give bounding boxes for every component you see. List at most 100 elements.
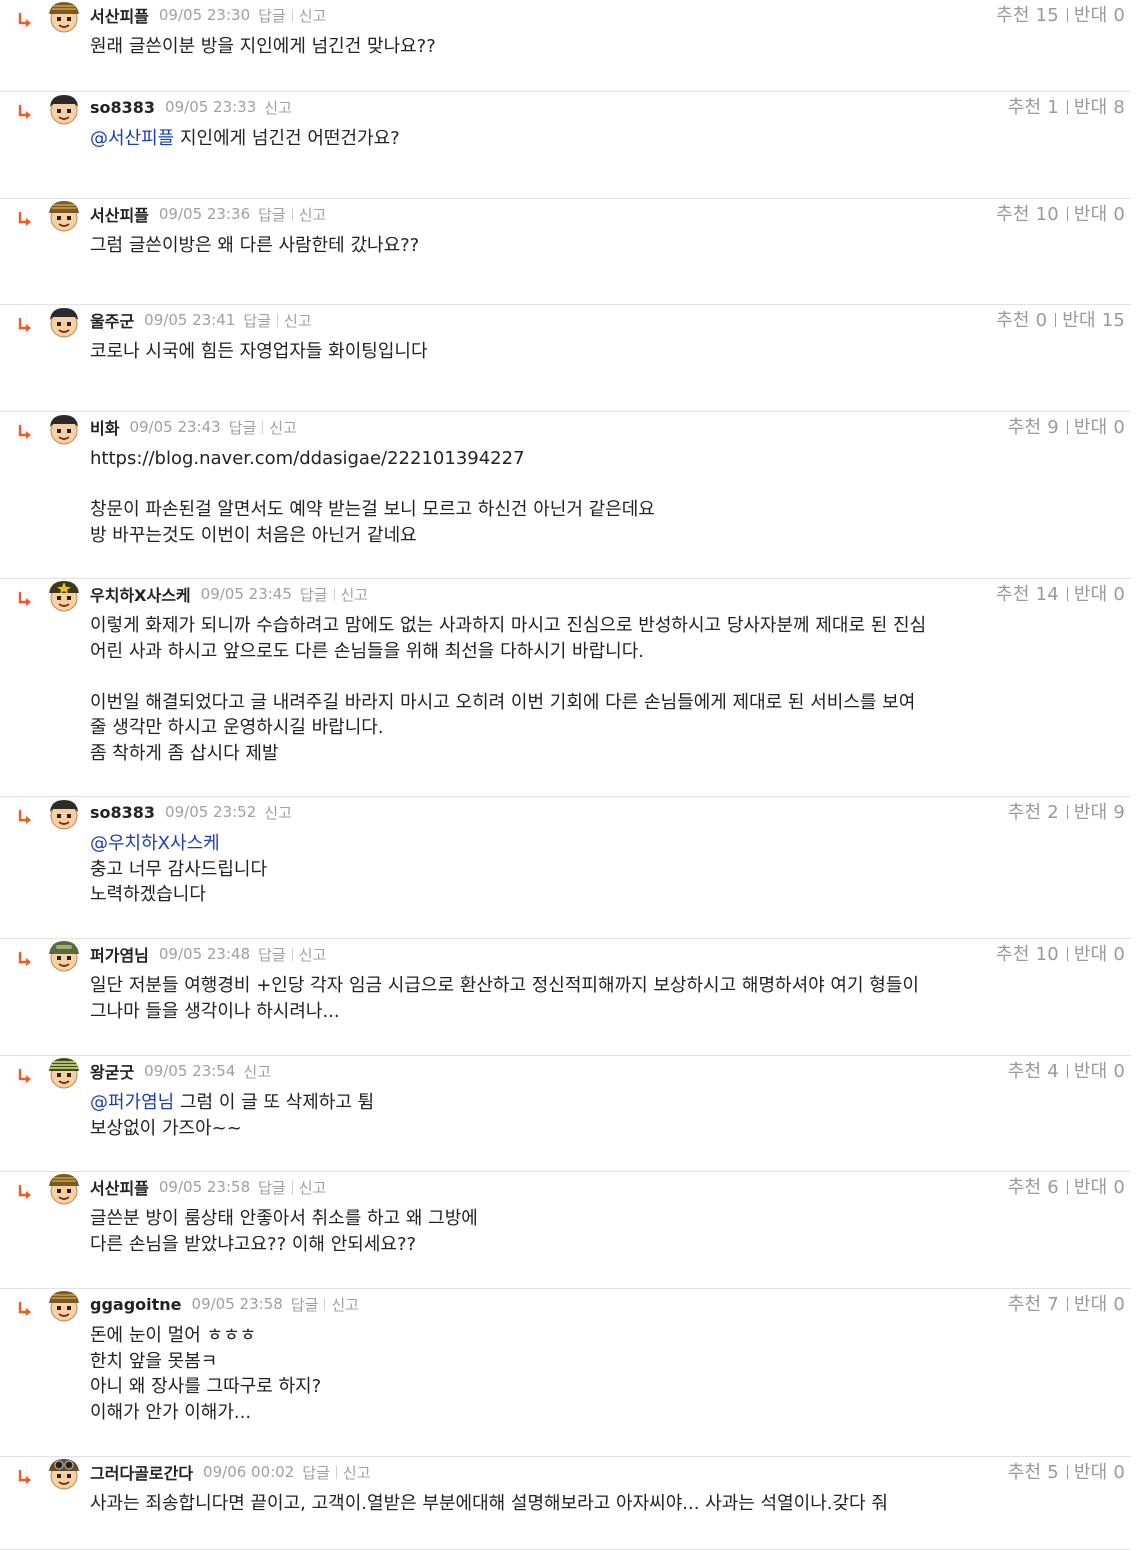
oppose-button[interactable]: 반대 0	[1074, 1462, 1125, 1483]
avatar[interactable]	[47, 1457, 81, 1491]
avatar[interactable]	[47, 199, 81, 233]
report-link[interactable]: 신고	[284, 310, 312, 331]
author-name[interactable]: ggagoitne	[90, 1295, 182, 1314]
reply-link[interactable]: 답글	[258, 944, 286, 965]
oppose-button[interactable]: 반대 0	[1074, 944, 1125, 965]
oppose-button[interactable]: 반대 15	[1062, 310, 1125, 331]
report-link[interactable]: 신고	[264, 802, 292, 823]
report-link[interactable]: 신고	[269, 417, 297, 438]
comment-line: 방 바꾸는것도 이번이 처음은 아닌거 같네요	[90, 523, 1130, 549]
report-link[interactable]: 신고	[299, 1177, 327, 1198]
avatar[interactable]	[47, 579, 81, 613]
author-name[interactable]: 울주군	[90, 308, 134, 332]
oppose-label: 반대	[1073, 97, 1108, 118]
avatar[interactable]	[47, 1289, 81, 1323]
recommend-button[interactable]: 추천 14	[996, 584, 1059, 605]
recommend-button[interactable]: 추천 10	[996, 204, 1059, 225]
oppose-label: 반대	[1073, 1061, 1108, 1082]
meta-divider	[291, 947, 293, 961]
author-name[interactable]: 그러다골로간다	[90, 1460, 193, 1484]
recommend-button[interactable]: 추천 15	[996, 5, 1059, 26]
author-name[interactable]: 서산피플	[90, 1175, 149, 1199]
reply-link[interactable]: 답글	[258, 1177, 286, 1198]
avatar[interactable]	[47, 305, 81, 339]
vote-divider	[1066, 1180, 1068, 1194]
oppose-count: 0	[1113, 944, 1125, 965]
report-link[interactable]: 신고	[299, 204, 327, 225]
reply-link[interactable]: 답글	[302, 1462, 330, 1483]
comment-body: https://blog.naver.com/ddasigae/22210139…	[90, 446, 1130, 548]
comment-meta: ggagoitne 09/05 23:58 답글 신고	[90, 1293, 359, 1315]
author-name[interactable]: 서산피플	[90, 3, 149, 27]
author-name[interactable]: 우치하X사스케	[90, 582, 191, 606]
comment-text: 코로나 시국에 힘든 자영업자들 화이팅입니다	[90, 341, 428, 362]
recommend-button[interactable]: 추천 9	[1008, 417, 1059, 438]
recommend-button[interactable]: 추천 10	[996, 944, 1059, 965]
recommend-button[interactable]: 추천 7	[1008, 1294, 1059, 1315]
report-link[interactable]: 신고	[341, 584, 369, 605]
comment-body: @우치하X사스케 충고 너무 감사드립니다 노력하겠습니다	[90, 831, 1130, 908]
report-link[interactable]: 신고	[299, 944, 327, 965]
recommend-button[interactable]: 추천 2	[1008, 802, 1059, 823]
report-link[interactable]: 신고	[343, 1462, 371, 1483]
reply-link[interactable]: 답글	[243, 310, 271, 331]
comment-text: 한치 앞을 못봄ㅋ	[90, 1350, 218, 1372]
report-link[interactable]: 신고	[264, 97, 292, 118]
meta-divider	[262, 420, 264, 434]
recommend-button[interactable]: 추천 0	[996, 310, 1047, 331]
recommend-button[interactable]: 추천 4	[1008, 1061, 1059, 1082]
report-link[interactable]: 신고	[243, 1061, 271, 1082]
reply-link[interactable]: 답글	[229, 417, 257, 438]
recommend-button[interactable]: 추천 5	[1008, 1462, 1059, 1483]
oppose-button[interactable]: 반대 0	[1074, 5, 1125, 26]
author-name[interactable]: 서산피플	[90, 202, 149, 226]
comment-body: 일단 저분들 여행경비 +인당 각자 임금 시급으로 환산하고 정신적피해까지 …	[90, 973, 1130, 1024]
avatar[interactable]	[47, 1056, 81, 1090]
avatar[interactable]	[47, 1172, 81, 1206]
mention-link[interactable]: @우치하X사스케	[90, 833, 220, 854]
author-name[interactable]: 퍼가염님	[90, 942, 149, 966]
recommend-button[interactable]: 추천 1	[1008, 97, 1059, 118]
vote-divider	[1066, 8, 1068, 22]
recommend-button[interactable]: 추천 6	[1008, 1177, 1059, 1198]
comment-text: 방 바꾸는것도 이번이 처음은 아닌거 같네요	[90, 524, 417, 546]
oppose-button[interactable]: 반대 0	[1074, 417, 1125, 438]
recommend-count: 1	[1047, 97, 1059, 118]
comment-date: 09/06 00:02	[203, 1463, 295, 1481]
oppose-button[interactable]: 반대 0	[1074, 1061, 1125, 1082]
avatar[interactable]	[47, 92, 81, 126]
comment-line: 보상없이 가즈아~~	[90, 1116, 1130, 1142]
author-name[interactable]: 왕굳굿	[90, 1059, 134, 1083]
oppose-button[interactable]: 반대 9	[1074, 802, 1125, 823]
oppose-button[interactable]: 반대 0	[1074, 204, 1125, 225]
report-link[interactable]: 신고	[299, 5, 327, 26]
comment-text: 그럼 이 글 또 삭제하고 튐	[174, 1092, 375, 1113]
vote-counts: 추천 10 반대 0	[996, 200, 1125, 226]
author-name[interactable]: so8383	[90, 98, 155, 117]
reply-arrow-icon	[16, 210, 34, 228]
comment-item: 서산피플 09/05 23:58 답글 신고 추천 6 반대 0 글쓴분 방이 룸상태 안좋…	[0, 1172, 1143, 1289]
reply-link[interactable]: 답글	[300, 584, 328, 605]
mention-link[interactable]: @서산피플	[90, 128, 174, 149]
author-name[interactable]: so8383	[90, 803, 155, 822]
comment-body: 사과는 죄송합니다면 끝이고, 고객이.열받은 부분에대해 설명해보라고 아자씨…	[90, 1491, 1130, 1517]
mention-link[interactable]: @퍼가염님	[90, 1092, 174, 1113]
avatar[interactable]	[47, 0, 81, 34]
report-link[interactable]: 신고	[331, 1294, 359, 1315]
oppose-button[interactable]: 반대 8	[1074, 97, 1125, 118]
comment-line: 아니 왜 장사를 그따구로 하지?	[90, 1374, 1130, 1400]
oppose-button[interactable]: 반대 0	[1074, 584, 1125, 605]
oppose-button[interactable]: 반대 0	[1074, 1177, 1125, 1198]
avatar[interactable]	[47, 797, 81, 831]
avatar[interactable]	[47, 939, 81, 973]
author-name[interactable]: 비화	[90, 415, 119, 439]
oppose-label: 반대	[1073, 1462, 1108, 1483]
reply-link[interactable]: 답글	[291, 1294, 319, 1315]
vote-counts: 추천 9 반대 0	[1008, 413, 1125, 439]
reply-link[interactable]: 답글	[258, 5, 286, 26]
oppose-button[interactable]: 반대 0	[1074, 1294, 1125, 1315]
comment-body: 돈에 눈이 멀어 ㅎㅎㅎ 한치 앞을 못봄ㅋ 아니 왜 장사를 그따구로 하지? 이해…	[90, 1323, 1130, 1425]
reply-link[interactable]: 답글	[258, 204, 286, 225]
comment-item: 왕굳굿 09/05 23:54 신고 추천 4 반대 0 @퍼가염님 그럼 이 글 또 삭…	[0, 1056, 1143, 1172]
avatar[interactable]	[47, 412, 81, 446]
